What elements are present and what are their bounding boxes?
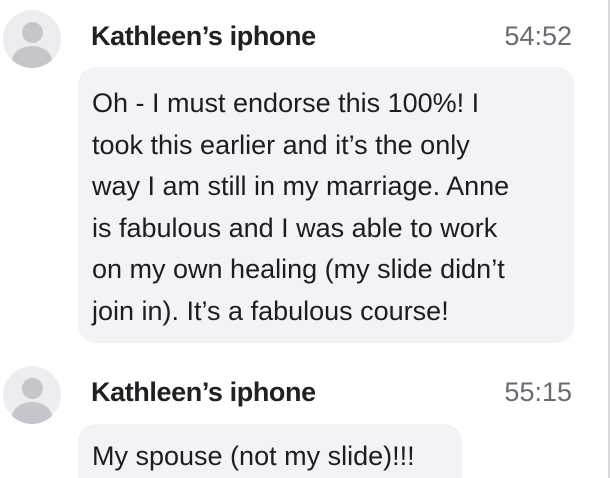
message-text-line: My spouse (not my slide)!!! xyxy=(92,441,415,471)
default-user-avatar-icon[interactable] xyxy=(3,10,61,68)
message-bubble[interactable]: My spouse (not my slide)!!! xyxy=(78,424,462,478)
message-text-line: Oh - I must endorse this 100%! I xyxy=(92,88,480,118)
avatar-body-shape xyxy=(12,402,52,424)
chat-thread: Kathleen’s iphone 54:52 Oh - I must endo… xyxy=(0,0,610,478)
avatar-body-shape xyxy=(12,46,52,68)
sender-name: Kathleen’s iphone xyxy=(91,21,316,51)
message-text-line: way I am still in my marriage. Anne xyxy=(92,171,510,201)
default-user-avatar-icon[interactable] xyxy=(3,366,61,424)
message-text-line: took this earlier and it’s the only xyxy=(92,129,470,160)
sender-name: Kathleen’s iphone xyxy=(91,377,316,407)
avatar-head-shape xyxy=(22,378,43,399)
message-timestamp: 54:52 xyxy=(504,21,572,51)
message-text-line: join in). It’s a fabulous course! xyxy=(92,295,449,326)
avatar-head-shape xyxy=(22,22,43,43)
message-timestamp: 55:15 xyxy=(504,377,572,407)
message-bubble[interactable]: Oh - I must endorse this 100%! I took th… xyxy=(78,67,574,343)
message-text-line: is fabulous and I was able to work xyxy=(92,212,498,243)
message-text-line: on my own healing (my slide didn’t xyxy=(92,254,505,284)
